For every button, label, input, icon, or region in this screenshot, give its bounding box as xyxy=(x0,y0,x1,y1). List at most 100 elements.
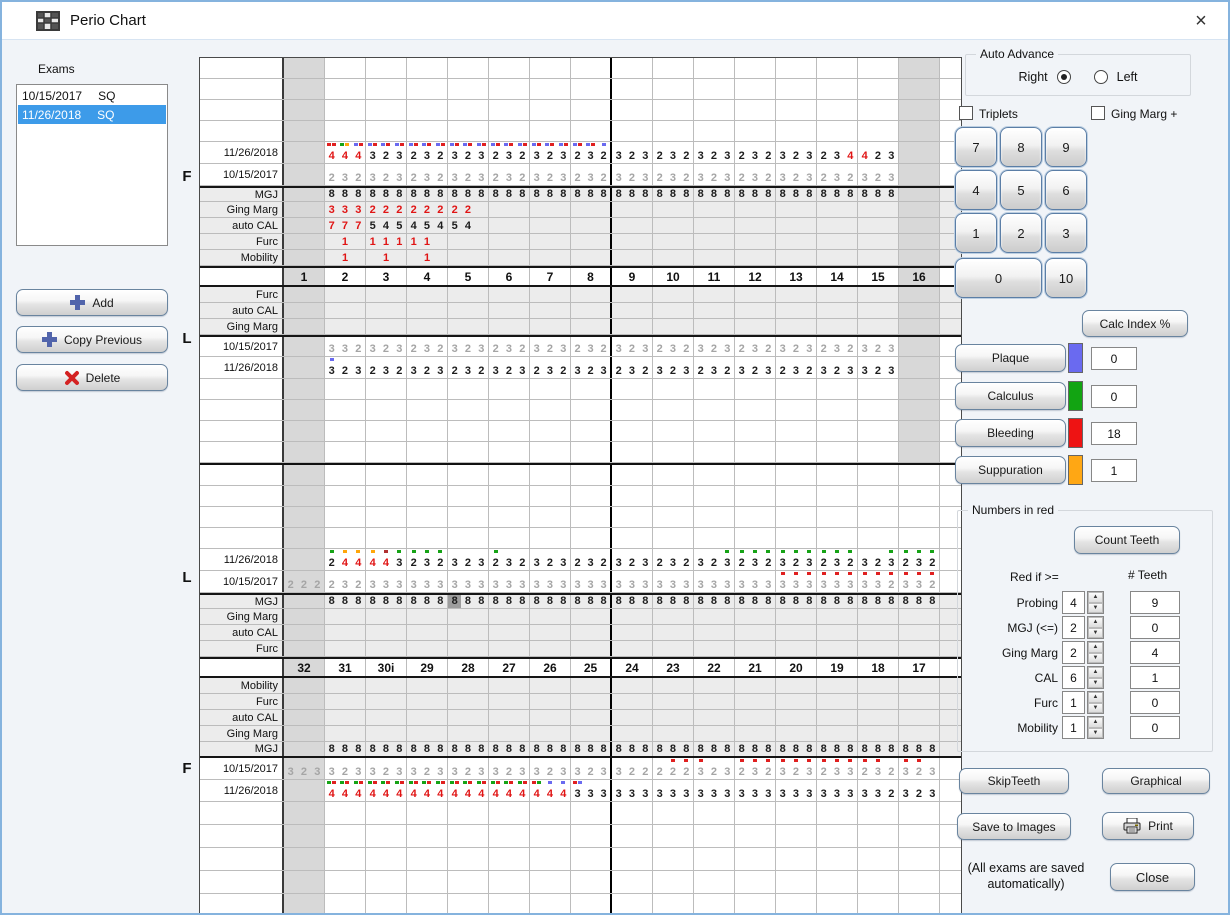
cell-tooth-3[interactable]: 232 xyxy=(366,357,407,378)
cell-tooth-12[interactable] xyxy=(735,287,776,302)
cell-tooth-16[interactable] xyxy=(899,202,940,217)
save-to-images-button[interactable]: Save to Images xyxy=(957,813,1071,840)
cell-tooth-32[interactable] xyxy=(284,609,325,624)
spin-up-icon[interactable]: ▲ xyxy=(1088,592,1103,603)
cell-tooth-32[interactable] xyxy=(284,641,325,656)
cell-tooth-22[interactable]: 323 xyxy=(694,549,735,570)
cell-tooth-32[interactable] xyxy=(284,694,325,709)
cell-tooth-17[interactable]: 17 xyxy=(899,659,940,676)
cell-tooth-4[interactable]: 232 xyxy=(407,164,448,185)
cell-tooth-27[interactable] xyxy=(489,678,530,693)
cell-tooth-29[interactable] xyxy=(407,625,448,640)
cell-tooth-26[interactable] xyxy=(530,694,571,709)
cell-tooth-30i[interactable] xyxy=(366,641,407,656)
cell-tooth-3[interactable] xyxy=(366,319,407,334)
spin-down-icon[interactable]: ▼ xyxy=(1088,603,1103,614)
cell-tooth-18[interactable]: 232 xyxy=(858,758,899,779)
keypad-button-8[interactable]: 8 xyxy=(1000,127,1042,167)
cell-tooth-30i[interactable] xyxy=(366,694,407,709)
cell-tooth-13[interactable] xyxy=(776,218,817,233)
cell-tooth-26[interactable] xyxy=(530,609,571,624)
cell-tooth-7[interactable]: 888 xyxy=(530,188,571,201)
cell-tooth-14[interactable]: 234 xyxy=(817,142,858,163)
cell-tooth-19[interactable] xyxy=(817,641,858,656)
cell-tooth-12[interactable] xyxy=(735,202,776,217)
cell-tooth-25[interactable]: 888 xyxy=(571,595,612,608)
cell-tooth-20[interactable]: 323 xyxy=(776,549,817,570)
cell-tooth-4[interactable]: 888 xyxy=(407,188,448,201)
cell-tooth-32[interactable] xyxy=(284,780,325,801)
cell-tooth-6[interactable] xyxy=(489,202,530,217)
cell-tooth-17[interactable]: 888 xyxy=(899,742,940,756)
cell-tooth-14[interactable] xyxy=(817,202,858,217)
cell-tooth-11[interactable] xyxy=(694,303,735,318)
exam-list-item[interactable]: 10/15/2017SQ xyxy=(18,86,166,105)
cell-tooth-2[interactable] xyxy=(325,303,366,318)
cell-tooth-10[interactable] xyxy=(653,202,694,217)
cell-tooth-1[interactable] xyxy=(284,250,325,265)
cell-tooth-13[interactable]: 323 xyxy=(776,164,817,185)
cell-tooth-21[interactable] xyxy=(735,726,776,741)
cell-tooth-28[interactable] xyxy=(448,726,489,741)
cell-tooth-10[interactable] xyxy=(653,218,694,233)
cell-tooth-10[interactable] xyxy=(653,234,694,249)
close-button[interactable]: Close xyxy=(1110,863,1195,891)
cell-tooth-16[interactable] xyxy=(899,142,940,163)
cell-tooth-25[interactable] xyxy=(571,726,612,741)
cell-tooth-9[interactable] xyxy=(612,319,653,334)
cell-tooth-23[interactable]: 23 xyxy=(653,659,694,676)
delete-button[interactable]: Delete xyxy=(16,364,168,391)
cell-tooth-21[interactable]: 21 xyxy=(735,659,776,676)
red-if-value-cal[interactable]: 6 xyxy=(1062,666,1085,689)
triplets-checkbox[interactable] xyxy=(959,106,973,120)
cell-tooth-4[interactable]: 232 xyxy=(407,337,448,356)
cell-tooth-10[interactable]: 888 xyxy=(653,188,694,201)
cell-tooth-27[interactable]: 27 xyxy=(489,659,530,676)
spin-down-icon[interactable]: ▼ xyxy=(1088,728,1103,739)
cell-tooth-12[interactable] xyxy=(735,218,776,233)
cell-tooth-26[interactable] xyxy=(530,641,571,656)
cell-tooth-18[interactable] xyxy=(858,641,899,656)
plaque-button[interactable]: Plaque xyxy=(955,344,1066,372)
cell-tooth-5[interactable]: 323 xyxy=(448,164,489,185)
spin-down-icon[interactable]: ▼ xyxy=(1088,653,1103,664)
cell-tooth-11[interactable] xyxy=(694,319,735,334)
cell-tooth-11[interactable]: 232 xyxy=(694,357,735,378)
cell-tooth-23[interactable]: 232 xyxy=(653,549,694,570)
cell-tooth-22[interactable]: 888 xyxy=(694,742,735,756)
cell-tooth-18[interactable]: 888 xyxy=(858,742,899,756)
cell-tooth-19[interactable]: 888 xyxy=(817,595,858,608)
cell-tooth-10[interactable] xyxy=(653,303,694,318)
cell-tooth-7[interactable] xyxy=(530,218,571,233)
cell-tooth-8[interactable] xyxy=(571,303,612,318)
cell-tooth-17[interactable] xyxy=(899,694,940,709)
cell-tooth-5[interactable] xyxy=(448,319,489,334)
cell-tooth-26[interactable]: 888 xyxy=(530,742,571,756)
cell-tooth-29[interactable] xyxy=(407,694,448,709)
cell-tooth-25[interactable]: 888 xyxy=(571,742,612,756)
cell-tooth-11[interactable]: 323 xyxy=(694,142,735,163)
cell-tooth-31[interactable]: 888 xyxy=(325,742,366,756)
cell-tooth-5[interactable]: 5 xyxy=(448,268,489,285)
cell-tooth-6[interactable] xyxy=(489,250,530,265)
calculus-button[interactable]: Calculus xyxy=(955,382,1066,410)
cell-tooth-19[interactable] xyxy=(817,625,858,640)
cell-tooth-12[interactable]: 888 xyxy=(735,188,776,201)
keypad-button-6[interactable]: 6 xyxy=(1045,170,1087,210)
cell-tooth-8[interactable]: 888 xyxy=(571,188,612,201)
cell-tooth-25[interactable]: 25 xyxy=(571,659,612,676)
spin-up-icon[interactable]: ▲ xyxy=(1088,667,1103,678)
red-if-spinner-probing[interactable]: ▲▼ xyxy=(1087,591,1104,614)
cell-tooth-2[interactable]: 444 xyxy=(325,142,366,163)
cell-tooth-2[interactable]: 777 xyxy=(325,218,366,233)
red-if-value-mobility[interactable]: 1 xyxy=(1062,716,1085,739)
cell-tooth-10[interactable]: 10 xyxy=(653,268,694,285)
cell-tooth-29[interactable]: 888 xyxy=(407,742,448,756)
cell-tooth-10[interactable]: 232 xyxy=(653,337,694,356)
cell-tooth-28[interactable]: 323 xyxy=(448,549,489,570)
cell-tooth-32[interactable] xyxy=(284,595,325,608)
red-if-spinner-ging-marg[interactable]: ▲▼ xyxy=(1087,641,1104,664)
cell-tooth-26[interactable] xyxy=(530,710,571,725)
cell-tooth-9[interactable] xyxy=(612,287,653,302)
cell-tooth-8[interactable]: 232 xyxy=(571,337,612,356)
